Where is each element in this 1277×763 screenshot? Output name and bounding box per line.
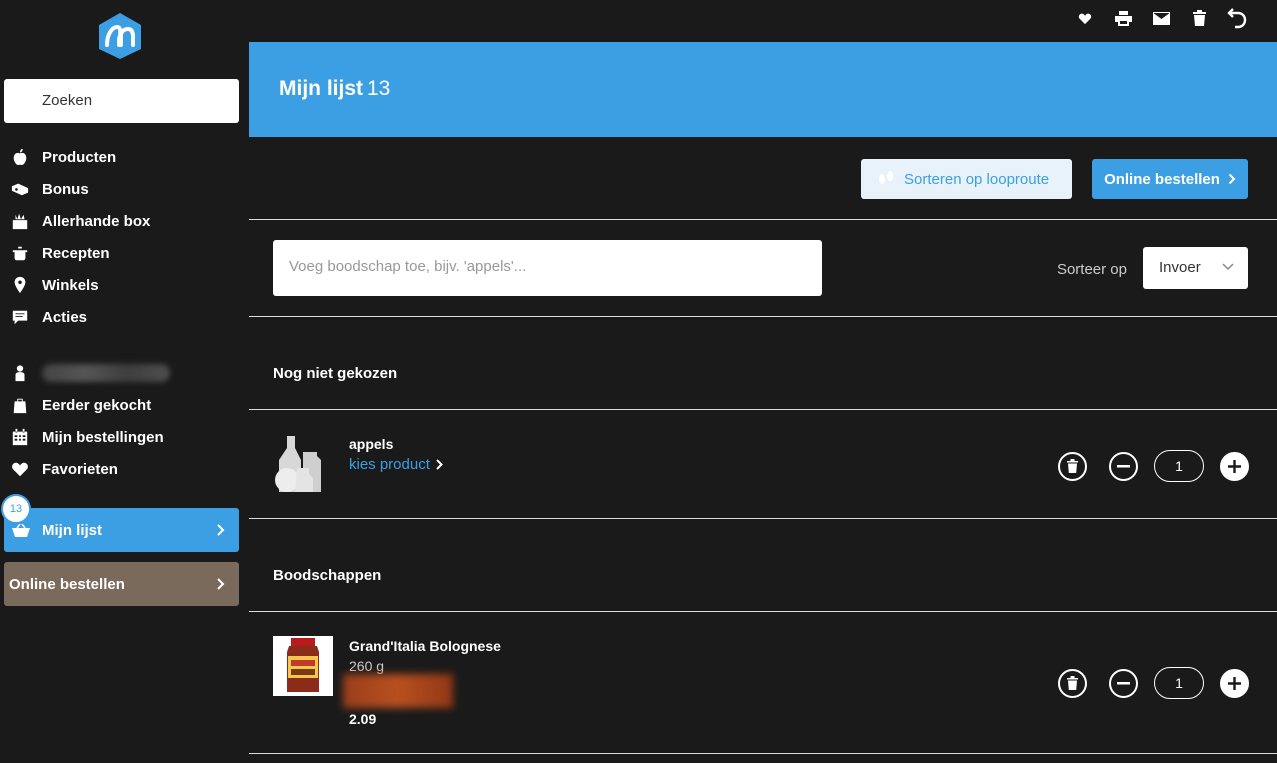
nav-bonus[interactable]: Bonus <box>0 173 249 205</box>
sidebar-item-label: Mijn lijst <box>42 521 102 539</box>
mail-icon[interactable] <box>1151 6 1171 30</box>
favorite-heart-icon[interactable] <box>1075 6 1095 30</box>
user-icon <box>10 363 30 383</box>
heart-icon <box>10 459 30 479</box>
page-header: Mijn lijst 13 <box>249 42 1277 137</box>
location-icon <box>10 275 30 295</box>
minus-icon <box>1117 464 1130 467</box>
nav-winkels[interactable]: Winkels <box>0 269 249 301</box>
bonus-icon <box>10 179 30 199</box>
sort-select[interactable]: Invoer <box>1143 247 1248 289</box>
print-icon[interactable] <box>1113 6 1133 30</box>
nav-account[interactable] <box>0 357 249 389</box>
item-name: Grand'Italia Bolognese <box>349 638 501 654</box>
list-item: Grand'Italia Bolognese 260 g 2.09 1 <box>249 612 1277 754</box>
nav-label: Producten <box>42 148 117 166</box>
calendar-icon <box>10 427 30 447</box>
nav-label: Winkels <box>42 276 99 294</box>
minus-icon <box>1117 681 1130 684</box>
search-input[interactable]: Zoeken <box>4 79 239 123</box>
delete-item-button[interactable] <box>1058 451 1087 481</box>
sidebar-online-bestellen-button[interactable]: Online bestellen <box>4 562 239 606</box>
nav-mijn-bestellingen[interactable]: Mijn bestellingen <box>0 421 249 453</box>
list-item: appels kies product 1 <box>249 410 1277 519</box>
chevron-right-icon <box>217 524 225 536</box>
sort-value: Invoer <box>1159 259 1201 276</box>
chevron-right-icon <box>1228 173 1236 185</box>
nav-label: Mijn bestellingen <box>42 428 164 446</box>
nav-favorieten[interactable]: Favorieten <box>0 453 249 485</box>
chevron-down-icon <box>1222 263 1234 271</box>
nav-allerhande-box[interactable]: Allerhande box <box>0 205 249 237</box>
sidebar: Zoeken Producten Bonus Allerhande box Re… <box>0 0 249 763</box>
generic-product-icon <box>275 436 321 492</box>
increase-quantity-button[interactable] <box>1220 668 1249 698</box>
trash-icon <box>1067 676 1078 690</box>
nav-label: Acties <box>42 308 88 326</box>
list-actions <box>1075 6 1247 30</box>
plus-icon <box>1228 459 1241 473</box>
link-label: kies product <box>349 456 430 473</box>
item-count: 13 <box>367 77 391 100</box>
nav-eerder-gekocht[interactable]: Eerder gekocht <box>0 389 249 421</box>
sidebar-item-label: Online bestellen <box>9 575 125 593</box>
product-image-bolognese-jar <box>273 636 333 696</box>
section-title: Boodschappen <box>249 519 1277 612</box>
quantity-value[interactable]: 1 <box>1154 450 1204 482</box>
nav-label: Eerder gekocht <box>42 396 152 414</box>
chevron-right-icon <box>217 578 225 590</box>
page-title: Mijn lijst <box>279 77 363 100</box>
main-content: Mijn lijst 13 Sorteren op looproute Onlin… <box>249 42 1277 763</box>
bag-icon <box>10 395 30 415</box>
button-label: Online bestellen <box>1104 170 1220 188</box>
choose-product-link[interactable]: kies product <box>349 456 443 473</box>
top-toolbar <box>249 0 1277 42</box>
basket-icon <box>12 524 30 537</box>
pot-icon <box>10 243 30 263</box>
section-title: Nog niet gekozen <box>249 317 1277 410</box>
quantity-value[interactable]: 1 <box>1154 667 1204 699</box>
item-weight: 260 g <box>349 658 385 674</box>
bonus-label-redacted <box>343 674 453 708</box>
trash-icon <box>1067 459 1078 473</box>
undo-icon[interactable] <box>1227 6 1247 30</box>
nav-label: Recepten <box>42 244 110 262</box>
chevron-right-icon <box>436 459 443 470</box>
item-price: 2.09 <box>349 711 377 727</box>
ah-logo[interactable] <box>95 11 145 61</box>
increase-quantity-button[interactable] <box>1220 451 1249 481</box>
sidebar-item-mijn-lijst[interactable]: 13 Mijn lijst <box>1 494 239 552</box>
button-label: Sorteren op looproute <box>904 170 1050 188</box>
plus-icon <box>1228 676 1241 690</box>
nav-acties[interactable]: Acties <box>0 301 249 333</box>
quantity-controls: 1 <box>1058 667 1249 699</box>
nav-label: Bonus <box>42 180 89 198</box>
account-name-redacted <box>42 364 170 382</box>
main-nav: Producten Bonus Allerhande box Recepten … <box>0 141 249 485</box>
quantity-controls: 1 <box>1058 450 1249 482</box>
footsteps-icon <box>879 171 893 184</box>
nav-producten[interactable]: Producten <box>0 141 249 173</box>
box-icon <box>10 211 30 231</box>
apple-icon <box>10 147 30 167</box>
sort-label: Sorteer op <box>1056 261 1127 278</box>
nav-label: Allerhande box <box>42 212 151 230</box>
add-item-row: Voeg boodschap toe, bijv. 'appels'... So… <box>249 220 1277 317</box>
sort-by-route-button[interactable]: Sorteren op looproute <box>861 159 1072 199</box>
chat-icon <box>10 307 30 327</box>
nav-label: Favorieten <box>42 460 118 478</box>
decrease-quantity-button[interactable] <box>1109 451 1138 481</box>
add-item-input[interactable]: Voeg boodschap toe, bijv. 'appels'... <box>273 240 822 296</box>
list-count-badge: 13 <box>1 494 31 524</box>
nav-recepten[interactable]: Recepten <box>0 237 249 269</box>
trash-icon[interactable] <box>1189 6 1209 30</box>
action-bar: Sorteren op looproute Online bestellen <box>249 137 1277 220</box>
decrease-quantity-button[interactable] <box>1109 668 1138 698</box>
item-name: appels <box>349 436 394 452</box>
app: Zoeken Producten Bonus Allerhande box Re… <box>0 0 1277 763</box>
delete-item-button[interactable] <box>1058 668 1087 698</box>
online-bestellen-button[interactable]: Online bestellen <box>1092 159 1248 199</box>
